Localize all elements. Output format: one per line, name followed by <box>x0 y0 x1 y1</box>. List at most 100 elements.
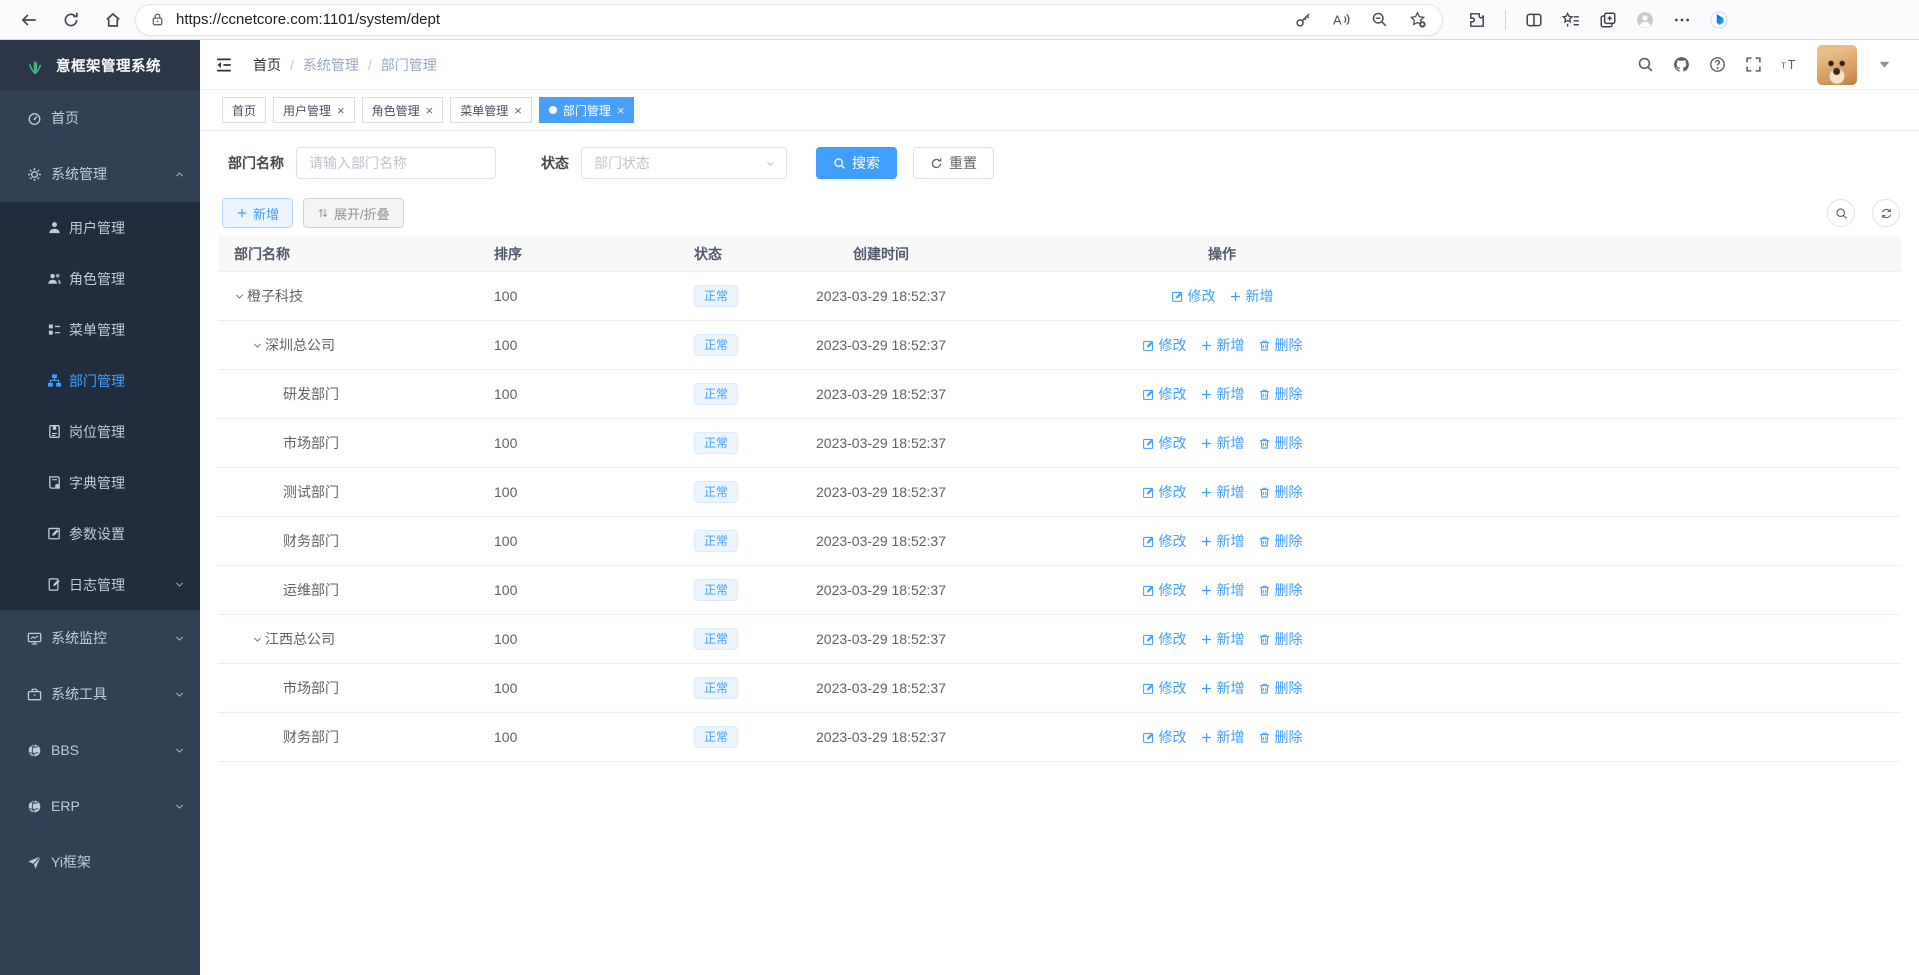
op-add-link[interactable]: 新增 <box>1200 629 1245 649</box>
close-icon[interactable]: × <box>514 104 522 117</box>
op-edit-link[interactable]: 修改 <box>1142 335 1187 355</box>
reset-button[interactable]: 重置 <box>913 147 994 179</box>
op-add-link[interactable]: 新增 <box>1200 335 1245 355</box>
back-icon[interactable] <box>20 11 38 29</box>
sidebar-menu: 首页系统管理用户管理角色管理菜单管理部门管理岗位管理字典管理参数设置日志管理系统… <box>0 90 200 975</box>
op-edit-link[interactable]: 修改 <box>1142 482 1187 502</box>
op-delete-link[interactable]: 删除 <box>1258 629 1303 649</box>
dept-name-input[interactable] <box>296 147 496 179</box>
breadcrumb-item[interactable]: 系统管理 <box>303 55 359 75</box>
lock-icon[interactable] <box>150 12 165 27</box>
created-cell: 2023-03-29 18:52:37 <box>790 680 972 696</box>
more-menu-icon[interactable] <box>1673 11 1691 29</box>
op-delete-link[interactable]: 删除 <box>1258 335 1303 355</box>
op-edit-link[interactable]: 修改 <box>1171 286 1216 306</box>
app-header: 首页/系统管理/部门管理 TT <box>200 40 1919 90</box>
sidebar-item-system-tools[interactable]: 系统工具 <box>0 666 200 722</box>
op-edit-link[interactable]: 修改 <box>1142 580 1187 600</box>
breadcrumb-item[interactable]: 部门管理 <box>381 55 437 75</box>
op-add-link[interactable]: 新增 <box>1200 482 1245 502</box>
user-avatar[interactable] <box>1817 45 1857 85</box>
sidebar-item-role-mgmt[interactable]: 角色管理 <box>0 253 200 304</box>
sidebar-item-yi-framework[interactable]: Yi框架 <box>0 834 200 890</box>
refresh-icon[interactable] <box>62 11 80 29</box>
fullscreen-icon[interactable] <box>1745 56 1762 73</box>
browser-profile-icon[interactable] <box>1636 11 1654 29</box>
url-text[interactable]: https://ccnetcore.com:1101/system/dept <box>176 11 1295 28</box>
sidebar-item-param-settings[interactable]: 参数设置 <box>0 508 200 559</box>
op-add-link[interactable]: 新增 <box>1200 580 1245 600</box>
status-cell: 正常 <box>678 334 790 356</box>
op-delete-link[interactable]: 删除 <box>1258 727 1303 747</box>
tree-toggle-icon[interactable] <box>252 634 265 645</box>
help-icon[interactable] <box>1709 56 1726 73</box>
op-edit-link[interactable]: 修改 <box>1142 384 1187 404</box>
sidebar-item-dict-mgmt[interactable]: 字典管理 <box>0 457 200 508</box>
status-select[interactable]: 部门状态 <box>581 147 787 179</box>
op-delete-link[interactable]: 删除 <box>1258 433 1303 453</box>
app-logo[interactable]: 意框架管理系统 <box>0 40 200 90</box>
address-bar[interactable]: https://ccnetcore.com:1101/system/dept A <box>136 5 1442 35</box>
sidebar-item-erp[interactable]: ERP <box>0 778 200 834</box>
tree-toggle-icon[interactable] <box>234 291 247 302</box>
sidebar-item-menu-mgmt[interactable]: 菜单管理 <box>0 304 200 355</box>
home-icon[interactable] <box>104 11 122 29</box>
show-search-button[interactable] <box>1827 199 1855 227</box>
search-button[interactable]: 搜索 <box>816 147 897 179</box>
op-add-link[interactable]: 新增 <box>1200 384 1245 404</box>
op-add-link[interactable]: 新增 <box>1229 286 1274 306</box>
close-icon[interactable]: × <box>337 104 345 117</box>
sidebar-item-user-mgmt[interactable]: 用户管理 <box>0 202 200 253</box>
copilot-icon[interactable] <box>1710 11 1728 29</box>
op-edit-link[interactable]: 修改 <box>1142 531 1187 551</box>
collections-add-icon[interactable] <box>1599 11 1617 29</box>
tree-toggle-icon[interactable] <box>252 340 265 351</box>
zoom-out-icon[interactable] <box>1371 11 1388 28</box>
op-delete-link[interactable]: 删除 <box>1258 384 1303 404</box>
github-icon[interactable] <box>1673 56 1690 73</box>
close-icon[interactable]: × <box>617 104 625 117</box>
sidebar-item-dept-mgmt[interactable]: 部门管理 <box>0 355 200 406</box>
refresh-table-button[interactable] <box>1872 199 1900 227</box>
op-edit-link[interactable]: 修改 <box>1142 433 1187 453</box>
tag-item[interactable]: 首页 <box>222 97 266 123</box>
sidebar-fold-icon[interactable] <box>215 56 233 74</box>
close-icon[interactable]: × <box>426 104 434 117</box>
dept-name-cell: 橙子科技 <box>218 286 478 306</box>
tag-item[interactable]: 角色管理× <box>362 97 444 123</box>
avatar-caret-icon[interactable] <box>1876 56 1893 73</box>
tag-item[interactable]: 用户管理× <box>273 97 355 123</box>
op-add-link[interactable]: 新增 <box>1200 531 1245 551</box>
header-search-icon[interactable] <box>1637 56 1654 73</box>
font-size-icon[interactable]: TT <box>1781 56 1798 73</box>
add-button[interactable]: 新增 <box>222 198 293 228</box>
op-delete-link[interactable]: 删除 <box>1258 580 1303 600</box>
favorite-add-icon[interactable] <box>1409 11 1426 28</box>
trash-icon <box>1258 437 1271 450</box>
op-delete-link[interactable]: 删除 <box>1258 531 1303 551</box>
extensions-icon[interactable] <box>1468 11 1486 29</box>
sidebar-item-home[interactable]: 首页 <box>0 90 200 146</box>
op-delete-link[interactable]: 删除 <box>1258 678 1303 698</box>
tag-active-item[interactable]: 部门管理× <box>539 97 635 123</box>
sidebar-item-log-mgmt[interactable]: 日志管理 <box>0 559 200 610</box>
op-add-link[interactable]: 新增 <box>1200 727 1245 747</box>
dept-name-cell: 市场部门 <box>218 433 478 453</box>
op-add-link[interactable]: 新增 <box>1200 433 1245 453</box>
op-edit-link[interactable]: 修改 <box>1142 629 1187 649</box>
favorites-bar-icon[interactable] <box>1562 11 1580 29</box>
op-add-link[interactable]: 新增 <box>1200 678 1245 698</box>
expand-collapse-button[interactable]: 展开/折叠 <box>303 198 404 228</box>
op-edit-link[interactable]: 修改 <box>1142 727 1187 747</box>
sidebar-item-post-mgmt[interactable]: 岗位管理 <box>0 406 200 457</box>
op-edit-link[interactable]: 修改 <box>1142 678 1187 698</box>
tag-item[interactable]: 菜单管理× <box>450 97 532 123</box>
sidebar-item-system-monitor[interactable]: 系统监控 <box>0 610 200 666</box>
trash-icon <box>1258 339 1271 352</box>
read-aloud-icon[interactable]: A <box>1333 11 1350 28</box>
sidebar-item-system-mgmt[interactable]: 系统管理 <box>0 146 200 202</box>
sidebar-item-bbs[interactable]: BBS <box>0 722 200 778</box>
split-screen-icon[interactable] <box>1525 11 1543 29</box>
op-delete-link[interactable]: 删除 <box>1258 482 1303 502</box>
password-key-icon[interactable] <box>1295 11 1312 28</box>
